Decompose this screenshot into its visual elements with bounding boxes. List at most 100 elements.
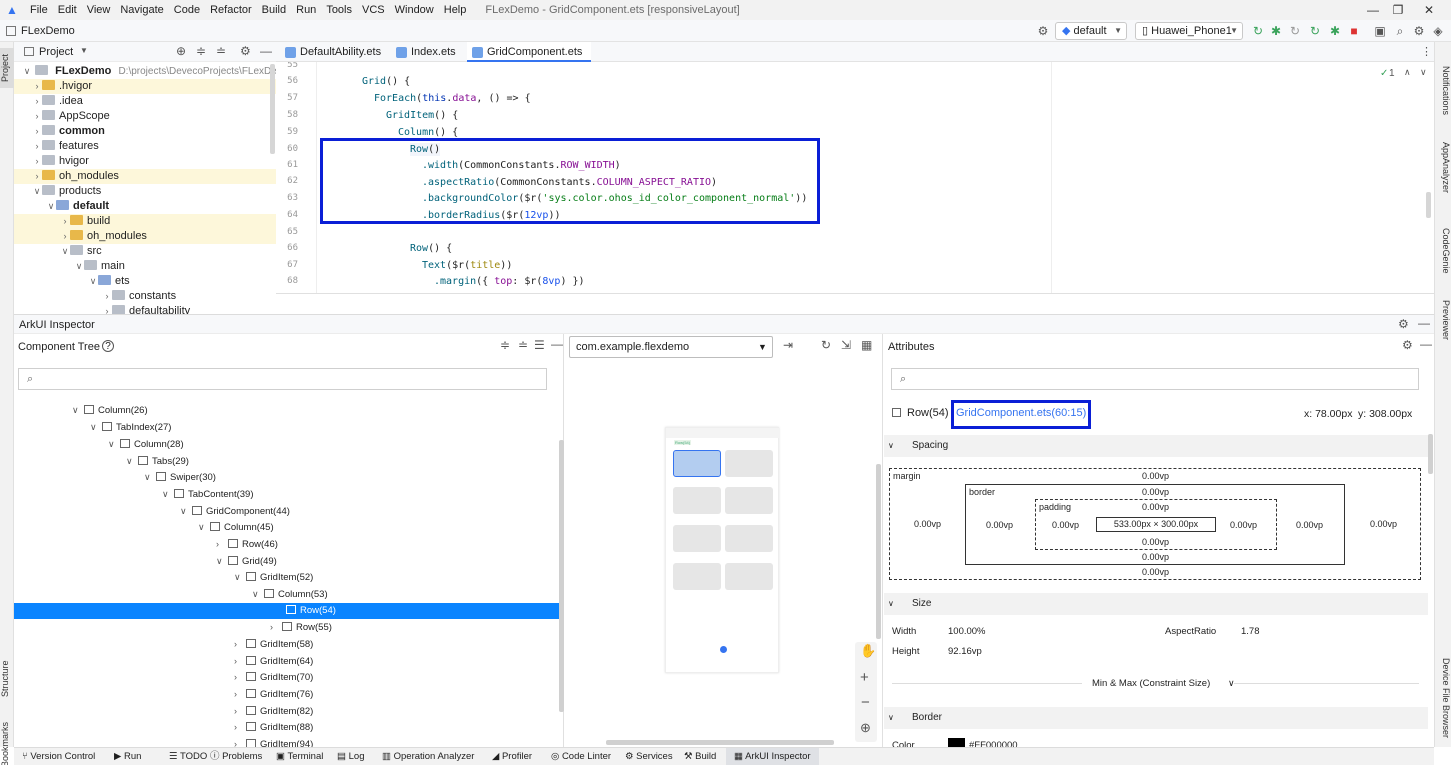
fit-screen-icon[interactable]: ⊕ bbox=[860, 720, 871, 736]
tree-node[interactable]: ∨ TabContent(39) bbox=[162, 486, 253, 502]
more-tabs-icon[interactable]: ⋮ bbox=[1421, 45, 1432, 58]
snapshot-icon[interactable]: ⇲ bbox=[841, 338, 851, 352]
tree-item-idea[interactable]: › .idea bbox=[14, 94, 276, 109]
tree-node[interactable]: ∨ GridComponent(44) bbox=[180, 503, 290, 519]
arkui-inspector-tab[interactable]: ▦ ArkUI Inspector bbox=[726, 748, 819, 765]
tab-defaultability[interactable]: DefaultAbility.ets ✕ bbox=[280, 42, 390, 78]
bookmarks-tool-tab[interactable]: Bookmarks bbox=[0, 718, 14, 765]
collapse-all-icon[interactable]: ≐ bbox=[216, 44, 226, 58]
device-select[interactable]: ▯ Huawei_Phone1 ▼ bbox=[1135, 22, 1243, 40]
zoom-out-icon[interactable]: − bbox=[861, 694, 870, 711]
tree-item-oh-modules[interactable]: › oh_modules bbox=[14, 169, 276, 184]
app-select[interactable]: com.example.flexdemo ▼ bbox=[569, 336, 773, 358]
attach-icon[interactable]: ↻ bbox=[1287, 23, 1303, 39]
problems-tab[interactable]: ⓘ Problems bbox=[210, 748, 262, 765]
tree-node[interactable]: ∨ Swiper(30) bbox=[144, 469, 216, 485]
stop-icon[interactable]: ■ bbox=[1346, 23, 1362, 39]
menu-vcs[interactable]: VCS bbox=[357, 4, 390, 16]
settings-gear-icon[interactable]: ⚙ bbox=[1035, 23, 1051, 39]
tree-item-default-oh-modules[interactable]: › oh_modules bbox=[14, 229, 276, 244]
tree-node[interactable]: › Row(46) bbox=[216, 536, 278, 552]
inspection-ok-icon[interactable]: ✓ bbox=[1380, 68, 1388, 79]
menu-view[interactable]: View bbox=[82, 4, 116, 16]
ide-settings-icon[interactable]: ⚙ bbox=[1411, 23, 1427, 39]
log-tab[interactable]: ▤ Log bbox=[337, 748, 364, 765]
tree-node[interactable]: ∨ Column(28) bbox=[108, 436, 184, 452]
attribute-search-input[interactable]: ⌕ bbox=[891, 368, 1419, 390]
hide-inspector-icon[interactable]: — bbox=[1418, 316, 1430, 330]
project-scrollbar[interactable] bbox=[270, 64, 275, 154]
grid-view-icon[interactable]: ▦ bbox=[861, 338, 872, 352]
notifications-tool-tab[interactable]: Notifications bbox=[1436, 66, 1451, 136]
expand-all-icon[interactable]: ≑ bbox=[196, 44, 206, 58]
inspector-settings-icon[interactable]: ⚙ bbox=[1398, 317, 1409, 331]
preview-grid-item[interactable] bbox=[725, 563, 773, 590]
tree-node[interactable]: › GridItem(58) bbox=[234, 636, 313, 652]
version-control-tab[interactable]: ⑂ Version Control bbox=[22, 748, 95, 765]
terminal-tab[interactable]: ▣ Terminal bbox=[276, 748, 323, 765]
menu-code[interactable]: Code bbox=[169, 4, 205, 16]
preview-grid-item[interactable] bbox=[673, 525, 721, 552]
preview-grid-item[interactable] bbox=[673, 487, 721, 514]
hide-attributes-icon[interactable]: — bbox=[1420, 337, 1432, 351]
menu-run[interactable]: Run bbox=[291, 4, 321, 16]
tree-node[interactable]: ∨ Column(53) bbox=[252, 586, 328, 602]
tree-item-src[interactable]: ∨ src bbox=[14, 244, 276, 259]
expand-tree-icon[interactable]: ≑ bbox=[500, 338, 510, 352]
tree-node[interactable]: › Row(55) bbox=[270, 619, 332, 635]
close-window-icon[interactable]: ✕ bbox=[1421, 2, 1437, 18]
hand-tool-icon[interactable]: ✋ bbox=[860, 643, 876, 659]
tree-item-features[interactable]: › features bbox=[14, 139, 276, 154]
menu-build[interactable]: Build bbox=[257, 4, 291, 16]
tree-item-hvigor-hidden[interactable]: › .hvigor bbox=[14, 79, 276, 94]
preview-grid-item[interactable] bbox=[725, 450, 773, 477]
device-manager-icon[interactable]: ▣ bbox=[1372, 23, 1388, 39]
preview-vscrollbar[interactable] bbox=[876, 464, 881, 639]
menu-file[interactable]: File bbox=[25, 4, 53, 16]
minimize-icon[interactable]: — bbox=[1365, 2, 1381, 18]
preview-tab-icon[interactable] bbox=[720, 646, 727, 653]
spacing-section-header[interactable]: ∨ Spacing bbox=[884, 435, 1428, 457]
restore-icon[interactable]: ❐ bbox=[1390, 2, 1406, 18]
editor-scrollbar[interactable] bbox=[1426, 192, 1431, 218]
chevron-down-icon[interactable]: ▼ bbox=[80, 46, 88, 55]
operation-analyzer-tab[interactable]: ▥ Operation Analyzer bbox=[382, 748, 474, 765]
project-view-select[interactable]: Project bbox=[39, 46, 73, 58]
device-file-browser-tab[interactable]: Device File Browser bbox=[1436, 658, 1451, 748]
tree-node[interactable]: ∨ Column(45) bbox=[198, 519, 274, 535]
tree-item-defaultability[interactable]: › defaultability bbox=[14, 304, 276, 314]
previewer-tool-tab[interactable]: Previewer bbox=[1436, 300, 1451, 348]
project-name[interactable]: FLexDemo bbox=[21, 25, 75, 37]
menu-edit[interactable]: Edit bbox=[53, 4, 82, 16]
tree-item-main[interactable]: ∨ main bbox=[14, 259, 276, 274]
preview-grid-item[interactable] bbox=[725, 525, 773, 552]
menu-help[interactable]: Help bbox=[439, 4, 472, 16]
code-editor[interactable]: 55 56 57 58 59 60 61 62 63 64 65 66 67 6… bbox=[276, 62, 1434, 294]
tree-item-build[interactable]: › build bbox=[14, 214, 276, 229]
refresh-icon[interactable]: ↻ bbox=[1250, 23, 1266, 39]
prev-issue-icon[interactable]: ∧ bbox=[1404, 67, 1411, 78]
menu-tools[interactable]: Tools bbox=[321, 4, 357, 16]
build-tab[interactable]: ⚒ Build bbox=[684, 748, 716, 765]
tree-node[interactable]: ∨ GridItem(52) bbox=[234, 569, 313, 585]
tree-node[interactable]: › GridItem(94) bbox=[234, 736, 313, 747]
export-icon[interactable]: ⇥ bbox=[783, 338, 793, 352]
todo-tab[interactable]: ☰ TODO bbox=[169, 748, 207, 765]
attributes-scrollbar[interactable] bbox=[1428, 434, 1433, 474]
debug-icon[interactable]: ✱ bbox=[1268, 23, 1284, 39]
project-tool-tab[interactable]: Project bbox=[0, 48, 14, 88]
list-view-icon[interactable]: ☰ bbox=[534, 338, 545, 352]
tree-node-selected[interactable]: Row(54) bbox=[14, 603, 560, 619]
appanalyzer-tool-tab[interactable]: AppAnalyzer bbox=[1436, 142, 1451, 202]
help-icon[interactable]: ? bbox=[102, 340, 114, 352]
refresh-preview-icon[interactable]: ↻ bbox=[821, 338, 831, 352]
profiler-tab[interactable]: ◢ Profiler bbox=[492, 748, 532, 765]
search-icon[interactable]: ⌕ bbox=[1392, 23, 1408, 39]
min-max-toggle[interactable]: Min & Max (Constraint Size) bbox=[1092, 678, 1210, 689]
tree-item-constants[interactable]: › constants bbox=[14, 289, 276, 304]
tree-node[interactable]: › GridItem(70) bbox=[234, 669, 313, 685]
zoom-in-icon[interactable]: + bbox=[860, 669, 869, 686]
tree-node[interactable]: › GridItem(64) bbox=[234, 653, 313, 669]
minimize-tree-icon[interactable]: — bbox=[551, 337, 563, 351]
tree-item-default[interactable]: ∨ default bbox=[14, 199, 276, 214]
